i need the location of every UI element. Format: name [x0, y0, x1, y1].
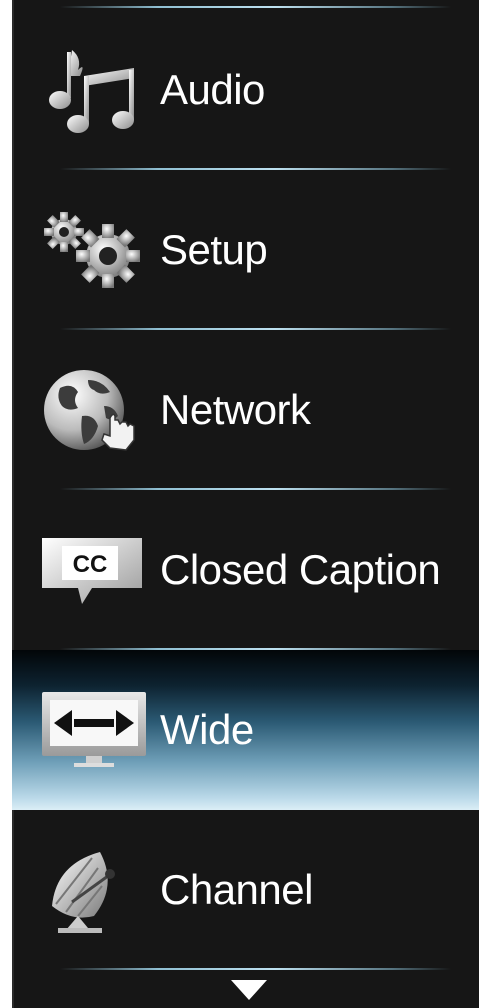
menu-separator	[60, 6, 451, 8]
settings-menu-panel: Audio Setup Network CC Closed Caption Wi…	[12, 0, 479, 1008]
menu-item-network[interactable]: Network	[12, 330, 479, 490]
svg-text:CC: CC	[73, 551, 108, 578]
gears-icon	[38, 206, 148, 296]
menu-item-closed-caption[interactable]: CC Closed Caption	[12, 490, 479, 650]
menu-item-audio[interactable]: Audio	[12, 10, 479, 170]
menu-item-label: Closed Caption	[160, 546, 441, 593]
arrow-down-icon[interactable]	[231, 980, 267, 1000]
menu-item-label: Wide	[160, 706, 254, 753]
menu-item-label: Setup	[160, 226, 268, 273]
menu-item-label: Network	[160, 386, 311, 433]
closed-caption-icon: CC	[38, 526, 148, 616]
globe-hand-icon	[38, 366, 148, 456]
menu-item-label: Audio	[160, 66, 265, 113]
satellite-dish-icon	[38, 846, 148, 936]
widescreen-icon	[38, 686, 148, 776]
menu-item-label: Channel	[160, 866, 313, 913]
menu-item-channel[interactable]: Channel	[12, 810, 479, 970]
menu-item-wide[interactable]: Wide	[12, 650, 479, 810]
menu-item-setup[interactable]: Setup	[12, 170, 479, 330]
music-note-icon	[38, 46, 148, 136]
menu-separator	[60, 968, 451, 970]
